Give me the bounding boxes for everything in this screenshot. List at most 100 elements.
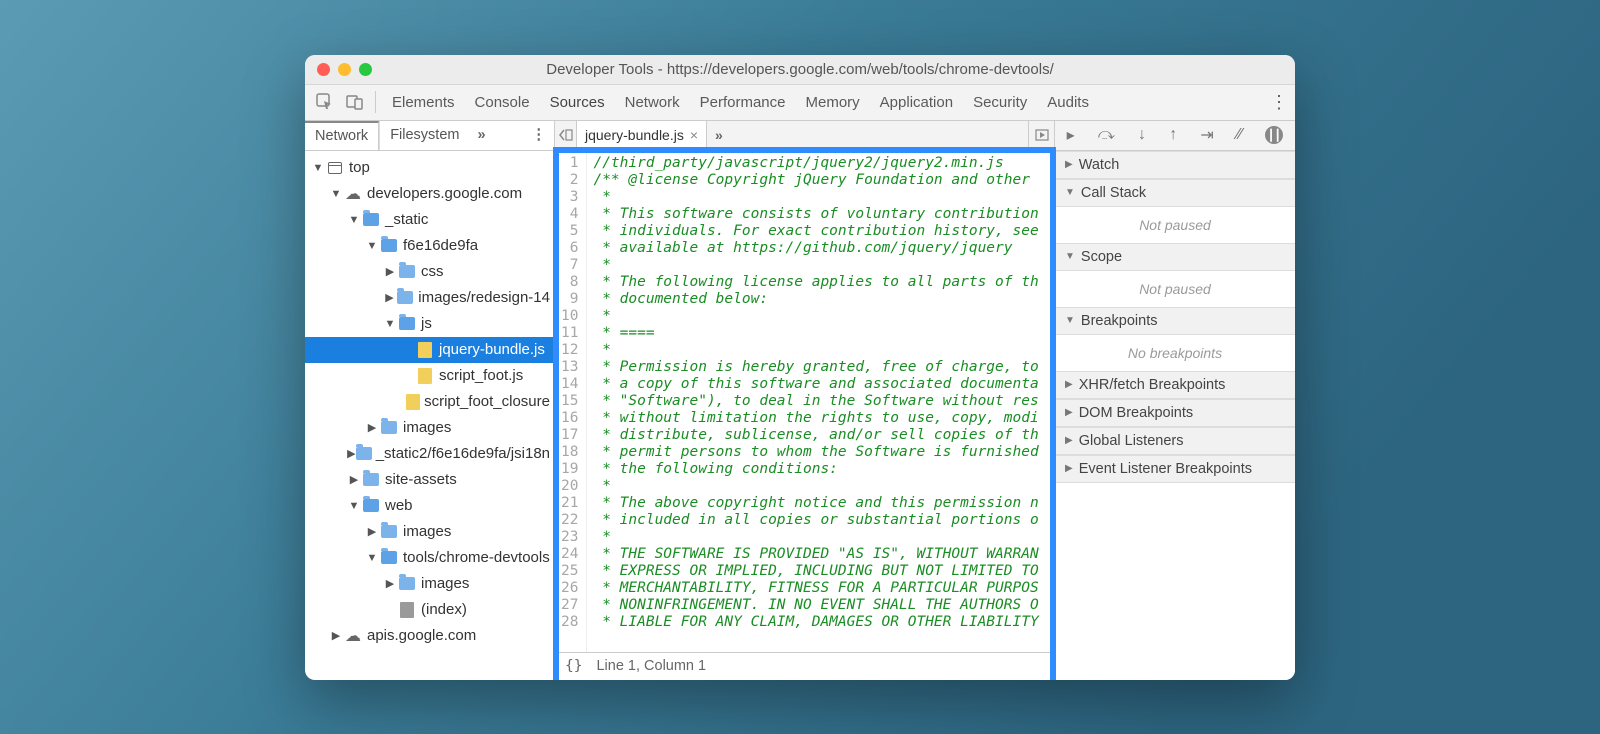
tree-node-label: images (403, 419, 451, 436)
tree-node[interactable]: ▶images (305, 519, 554, 545)
tree-node[interactable]: jquery-bundle.js (305, 337, 554, 363)
step-out-icon[interactable]: ↑ (1169, 126, 1177, 144)
disclosure-icon[interactable]: ▶ (383, 265, 397, 278)
tree-node[interactable]: ▼top (305, 155, 554, 181)
tree-node-label: images/redesign-14 (418, 289, 550, 306)
tree-node[interactable]: ▼☁developers.google.com (305, 181, 554, 207)
tree-node-label: images (421, 575, 469, 592)
tree-node[interactable]: ▼f6e16de9fa (305, 233, 554, 259)
tree-node-label: developers.google.com (367, 185, 522, 202)
tree-node[interactable]: (index) (305, 597, 554, 623)
folder-open-icon (397, 317, 417, 330)
tree-node[interactable]: ▼tools/chrome-devtools (305, 545, 554, 571)
debugger-panel: ▸ ⤼ ↓ ↑ ⇥ ⁄⁄ ┃┃ ▶Watch ▼Call Stack Not p… (1055, 121, 1295, 680)
file-tree[interactable]: ▼top▼☁developers.google.com▼_static▼f6e1… (305, 151, 554, 680)
disclosure-icon[interactable]: ▶ (383, 291, 396, 304)
xhr-breakpoints-header[interactable]: ▶XHR/fetch Breakpoints (1055, 371, 1295, 399)
minimize-window-icon[interactable] (338, 63, 351, 76)
event-listener-breakpoints-header[interactable]: ▶Event Listener Breakpoints (1055, 455, 1295, 483)
tree-node[interactable]: script_foot_closure (305, 389, 554, 415)
tab-sources[interactable]: Sources (540, 85, 615, 120)
zoom-window-icon[interactable] (359, 63, 372, 76)
tree-node[interactable]: script_foot.js (305, 363, 554, 389)
scope-header[interactable]: ▼Scope (1055, 243, 1295, 271)
step-icon[interactable]: ⇥ (1200, 125, 1213, 145)
navigator-more-icon[interactable]: » (469, 127, 493, 143)
close-window-icon[interactable] (317, 63, 330, 76)
toolbar-more-icon[interactable]: ⋮ (1270, 92, 1289, 113)
resume-icon[interactable]: ▸ (1067, 125, 1075, 145)
navigator-subtab-filesystem[interactable]: Filesystem (379, 121, 469, 150)
close-tab-icon[interactable]: × (690, 127, 698, 143)
tree-node[interactable]: ▼ js (305, 311, 554, 337)
tab-elements[interactable]: Elements (382, 85, 465, 120)
tree-node[interactable]: ▶css (305, 259, 554, 285)
dom-breakpoints-header[interactable]: ▶DOM Breakpoints (1055, 399, 1295, 427)
tree-node[interactable]: ▶_static2/f6e16de9fa/jsi18n (305, 441, 554, 467)
disclosure-icon[interactable]: ▶ (365, 525, 379, 538)
navigator-subtabs: NetworkFilesystem » ⋮ (305, 121, 554, 151)
disclosure-icon[interactable]: ▼ (365, 240, 379, 252)
tree-node-label: apis.google.com (367, 627, 476, 644)
deactivate-breakpoints-icon[interactable]: ⁄⁄ (1237, 126, 1242, 144)
disclosure-icon[interactable]: ▶ (365, 421, 379, 434)
titlebar: Developer Tools - https://developers.goo… (305, 55, 1295, 85)
tree-node[interactable]: ▶☁apis.google.com (305, 623, 554, 649)
tree-node-label: (index) (421, 601, 467, 618)
folder-icon (379, 421, 399, 434)
tree-node[interactable]: ▼_static (305, 207, 554, 233)
tree-node[interactable]: ▶ images/redesign-14 (305, 285, 554, 311)
tab-application[interactable]: Application (870, 85, 963, 120)
disclosure-icon[interactable]: ▼ (347, 214, 361, 226)
disclosure-icon[interactable]: ▶ (383, 577, 397, 590)
disclosure-icon[interactable]: ▼ (347, 500, 361, 512)
pause-exceptions-icon[interactable]: ┃┃ (1265, 126, 1283, 144)
editor-more-tabs-icon[interactable]: » (707, 127, 731, 143)
tree-node-label: js (421, 315, 432, 332)
pretty-print-icon[interactable]: {} (565, 658, 582, 674)
folder-icon (356, 447, 372, 460)
tab-memory[interactable]: Memory (796, 85, 870, 120)
tab-network[interactable]: Network (615, 85, 690, 120)
separator (375, 91, 376, 113)
step-over-icon[interactable]: ⤼ (1098, 126, 1115, 144)
js-file-icon (415, 368, 435, 384)
code-editor[interactable]: 1234567891011121314151617181920212223242… (555, 151, 1054, 652)
tree-node[interactable]: ▶ images (305, 571, 554, 597)
tab-audits[interactable]: Audits (1037, 85, 1099, 120)
watch-header[interactable]: ▶Watch (1055, 151, 1295, 179)
js-file-icon (406, 394, 420, 410)
tree-node[interactable]: ▼web (305, 493, 554, 519)
scope-body: Not paused (1055, 271, 1295, 307)
disclosure-icon[interactable]: ▶ (347, 447, 356, 460)
step-into-icon[interactable]: ↓ (1138, 126, 1146, 144)
inspect-icon[interactable] (311, 93, 339, 111)
tree-node-label: script_foot.js (439, 367, 523, 384)
window-title: Developer Tools - https://developers.goo… (546, 61, 1054, 78)
disclosure-icon[interactable]: ▶ (347, 473, 361, 486)
editor-file-tab[interactable]: jquery-bundle.js × (577, 121, 707, 150)
tree-node-label: site-assets (385, 471, 457, 488)
tree-node[interactable]: ▶ images (305, 415, 554, 441)
navigator-subtab-network[interactable]: Network (305, 121, 379, 150)
tab-console[interactable]: Console (465, 85, 540, 120)
traffic-lights (317, 63, 372, 76)
disclosure-icon[interactable]: ▼ (383, 318, 397, 330)
tab-security[interactable]: Security (963, 85, 1037, 120)
breakpoints-body: No breakpoints (1055, 335, 1295, 371)
disclosure-icon[interactable]: ▶ (329, 629, 343, 642)
disclosure-icon[interactable]: ▼ (311, 162, 325, 174)
editor-panel: jquery-bundle.js × » 1234567891011121314… (555, 121, 1055, 680)
editor-run-snippet-icon[interactable] (1028, 121, 1054, 150)
disclosure-icon[interactable]: ▼ (329, 188, 343, 200)
disclosure-icon[interactable]: ▼ (365, 552, 379, 564)
tab-performance[interactable]: Performance (690, 85, 796, 120)
tree-node[interactable]: ▶ site-assets (305, 467, 554, 493)
breakpoints-header[interactable]: ▼Breakpoints (1055, 307, 1295, 335)
editor-nav-icon[interactable] (555, 121, 577, 150)
global-listeners-header[interactable]: ▶Global Listeners (1055, 427, 1295, 455)
device-toggle-icon[interactable] (341, 93, 369, 111)
navigator-kebab-icon[interactable]: ⋮ (524, 127, 555, 143)
callstack-header[interactable]: ▼Call Stack (1055, 179, 1295, 207)
folder-icon (397, 577, 417, 590)
